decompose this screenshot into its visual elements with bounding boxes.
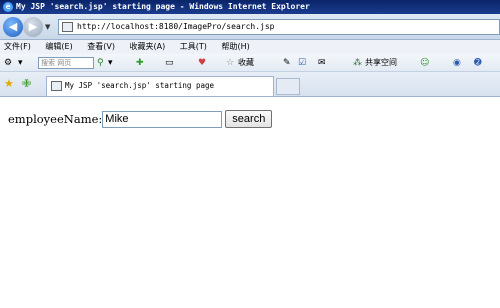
mail-icon[interactable]: ✉	[318, 56, 326, 70]
menu-file[interactable]: 文件(F)	[0, 40, 31, 54]
menu-edit[interactable]: 编辑(E)	[41, 40, 72, 54]
forward-arrow-icon[interactable]: ▶	[23, 17, 43, 37]
address-url[interactable]: http://localhost:8180/ImagePro/search.js…	[77, 22, 274, 31]
window-titlebar: e My JSP 'search.jsp' starting page - Wi…	[0, 0, 500, 14]
star-icon[interactable]: ★	[4, 78, 14, 90]
toolbar-dropdown-icon[interactable]: ▾	[18, 56, 23, 70]
command-toolbar: ⚙ ▾ 搜索 网页 ⚲ ▾ ✚ ▭ ♥ ☆ 收藏 ✎ ☑ ✉ ⁂ 共享空间 ☺ …	[0, 54, 500, 72]
help-icon[interactable]: ◉	[453, 56, 461, 70]
tab-bar: ★ ✙ My JSP 'search.jsp' starting page	[0, 72, 500, 97]
add-favorites-icon[interactable]: ✙	[22, 78, 31, 90]
search-dropdown-icon[interactable]: ▾	[108, 56, 113, 70]
page-content: employeeName: search	[0, 98, 500, 308]
star-outline-icon[interactable]: ☆	[226, 56, 234, 70]
employee-name-label: employeeName:	[8, 112, 103, 126]
new-tab-button[interactable]	[276, 78, 300, 95]
navigation-bar: ◀ ▶ ▼ http://localhost:8180/ImagePro/sea…	[0, 14, 500, 40]
edit-icon[interactable]: ☑	[298, 56, 306, 70]
search-button[interactable]: search	[225, 110, 273, 128]
toolbar-tool-icon[interactable]: ⚙	[4, 56, 12, 70]
search-icon[interactable]: ⚲	[97, 56, 104, 70]
back-arrow-icon[interactable]: ◀	[3, 17, 23, 37]
menu-bar: 文件(F) 编辑(E) 查看(V) 收藏夹(A) 工具(T) 帮助(H)	[0, 40, 500, 54]
favorites-button[interactable]: 收藏	[238, 56, 254, 70]
pen-icon[interactable]: ✎	[283, 56, 291, 70]
share-space-button[interactable]: 共享空间	[365, 56, 397, 70]
search-form: employeeName: search	[8, 110, 273, 128]
page-icon	[62, 22, 73, 32]
share-icon[interactable]: ⁂	[353, 56, 362, 70]
tab-label: My JSP 'search.jsp' starting page	[65, 81, 215, 90]
address-bar[interactable]: http://localhost:8180/ImagePro/search.js…	[58, 19, 500, 35]
menu-tools[interactable]: 工具(T)	[176, 40, 207, 54]
info-icon[interactable]: ➋	[474, 56, 482, 70]
add-icon[interactable]: ✚	[136, 56, 144, 70]
menu-favorites[interactable]: 收藏夹(A)	[126, 40, 166, 54]
tab-current[interactable]: My JSP 'search.jsp' starting page	[46, 76, 274, 96]
page-icon	[51, 81, 62, 91]
toolbar-search-input[interactable]: 搜索 网页	[38, 57, 94, 69]
ie-logo-icon: e	[3, 2, 13, 12]
window-title: My JSP 'search.jsp' starting page - Wind…	[16, 2, 310, 11]
page-icon[interactable]: ▭	[165, 56, 174, 70]
menu-help[interactable]: 帮助(H)	[217, 40, 249, 54]
heart-icon[interactable]: ♥	[198, 56, 206, 70]
employee-name-input[interactable]	[102, 110, 223, 128]
recent-pages-dropdown-icon[interactable]: ▼	[45, 23, 50, 31]
messenger-icon[interactable]: ☺	[420, 56, 429, 70]
menu-view[interactable]: 查看(V)	[83, 40, 115, 54]
